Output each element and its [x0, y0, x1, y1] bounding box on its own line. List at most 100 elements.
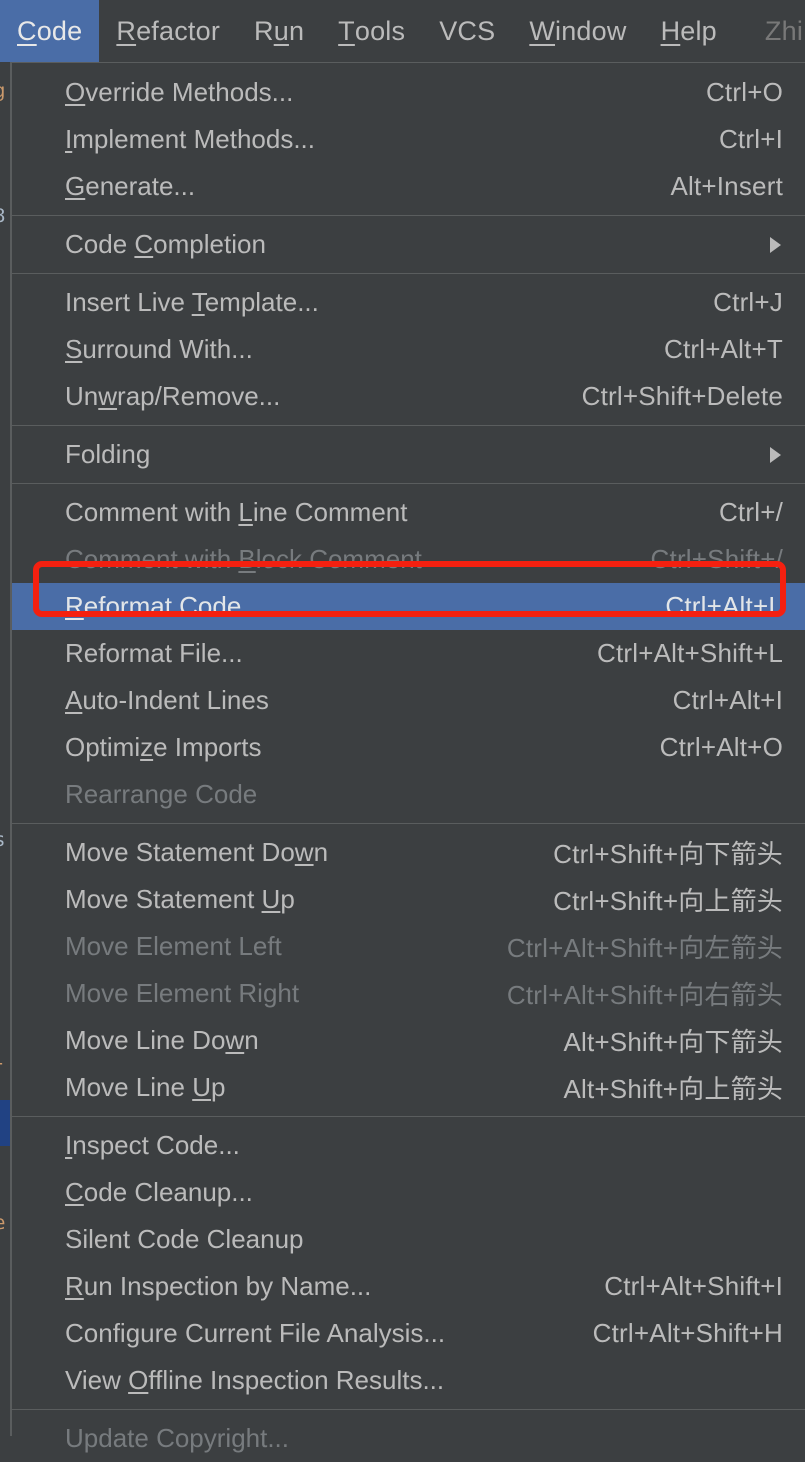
menu-item-shortcut: Ctrl+O: [705, 77, 783, 107]
menu-item-label: Move Line Down: [65, 1025, 259, 1055]
menu-item-generate[interactable]: Generate... Alt+Insert: [12, 163, 805, 210]
mnemonic-letter: U: [192, 1072, 211, 1102]
menu-item-shortcut: Ctrl+Alt+Shift+向右箭头: [506, 980, 783, 1010]
menu-item-move-element-right: Move Element Right Ctrl+Alt+Shift+向右箭头: [12, 970, 805, 1017]
menu-item-label: Folding: [65, 439, 151, 469]
editor-selection-block: [0, 1100, 10, 1146]
menu-item-inspect-code[interactable]: Inspect Code...: [12, 1122, 805, 1169]
menu-item-label: Code Completion: [65, 229, 266, 259]
menubar-item-window[interactable]: Window: [512, 0, 643, 62]
menu-item-label: Move Element Left: [65, 931, 282, 961]
submenu-arrow-icon: [770, 236, 781, 253]
menu-item-label: Override Methods...: [65, 77, 294, 107]
mnemonic-letter: w: [98, 381, 118, 411]
menu-item-move-statement-up[interactable]: Move Statement Up Ctrl+Shift+向上箭头: [12, 876, 805, 923]
menu-separator: [12, 1409, 805, 1410]
menubar-item-help[interactable]: Help: [644, 0, 734, 62]
menu-item-label: Insert Live Template...: [65, 287, 319, 317]
menu-item-shortcut: Ctrl+Alt+Shift+L: [596, 638, 783, 668]
mnemonic-letter: L: [238, 497, 253, 527]
menubar-item-code[interactable]: Code: [0, 0, 100, 62]
editor-sliver: g 8 s - e: [0, 62, 11, 1436]
code-menu-dropdown[interactable]: Override Methods... Ctrl+O Implement Metho…: [11, 62, 805, 1453]
menu-item-insert-live-template[interactable]: Insert Live Template... Ctrl+J: [12, 279, 805, 326]
menu-item-override-methods[interactable]: Override Methods... Ctrl+O: [12, 69, 805, 116]
menu-item-shortcut: Ctrl+Shift+向下箭头: [553, 839, 783, 869]
mnemonic-letter: W: [529, 15, 556, 46]
mnemonic-letter: T: [338, 15, 355, 46]
menu-item-shortcut: Ctrl+I: [718, 124, 783, 154]
mnemonic-letter: C: [65, 1177, 84, 1207]
menu-item-code-completion[interactable]: Code Completion: [12, 221, 805, 268]
menu-item-label: Silent Code Cleanup: [65, 1224, 304, 1254]
menubar-item-tools[interactable]: Tools: [321, 0, 422, 62]
menu-item-shortcut: Ctrl+Shift+向上箭头: [553, 886, 783, 916]
mnemonic-letter: O: [128, 1365, 149, 1395]
mnemonic-letter: I: [65, 124, 73, 154]
menu-separator: [12, 273, 805, 274]
editor-glyph: 8: [0, 205, 5, 227]
menu-item-label: Implement Methods...: [65, 124, 316, 154]
menu-item-label: Optimize Imports: [65, 732, 262, 762]
menu-item-reformat-code[interactable]: Reformat Code Ctrl+Alt+L: [12, 583, 805, 630]
mnemonic-letter: C: [134, 229, 154, 259]
menu-item-shortcut: Ctrl+Shift+Delete: [581, 381, 783, 411]
menu-item-label: Move Line Up: [65, 1072, 226, 1102]
menu-item-folding[interactable]: Folding: [12, 431, 805, 478]
menu-item-shortcut: Ctrl+Shift+/: [650, 544, 783, 574]
mnemonic-letter: w: [294, 837, 314, 867]
menu-item-shortcut: Ctrl+Alt+O: [659, 732, 783, 762]
main-menu-bar[interactable]: Code Refactor Ru n Tools VCS Window Help Zhi: [0, 0, 805, 62]
mnemonic-letter: w: [225, 1025, 245, 1055]
menu-item-implement-methods[interactable]: Implement Methods... Ctrl+I: [12, 116, 805, 163]
menu-item-silent-code-cleanup[interactable]: Silent Code Cleanup: [12, 1216, 805, 1263]
menu-item-run-inspection-by-name[interactable]: Run Inspection by Name... Ctrl+Alt+Shift+…: [12, 1263, 805, 1310]
editor-glyph: e: [0, 1212, 5, 1234]
window-title-fragment: Zhi: [764, 15, 804, 46]
menu-item-label: Move Statement Down: [65, 837, 329, 867]
menu-item-label: Configure Current File Analysis...: [65, 1318, 446, 1348]
menu-item-auto-indent-lines[interactable]: Auto-Indent Lines Ctrl+Alt+I: [12, 677, 805, 724]
menu-item-label: Move Element Right: [65, 978, 300, 1008]
menu-separator: [12, 483, 805, 484]
mnemonic-letter: O: [65, 77, 86, 107]
mnemonic-letter: S: [65, 334, 83, 364]
editor-glyph: g: [0, 80, 5, 102]
menubar-item-vcs[interactable]: VCS: [422, 0, 512, 62]
menu-item-code-cleanup[interactable]: Code Cleanup...: [12, 1169, 805, 1216]
menu-item-label: Rearrange Code: [65, 779, 258, 809]
menu-item-move-line-down[interactable]: Move Line Down Alt+Shift+向下箭头: [12, 1017, 805, 1064]
menu-item-label: Update Copyright...: [65, 1423, 290, 1453]
menu-item-move-line-up[interactable]: Move Line Up Alt+Shift+向上箭头: [12, 1064, 805, 1111]
mnemonic-letter: z: [140, 732, 154, 762]
menu-item-label: Move Statement Up: [65, 884, 295, 914]
menu-item-optimize-imports[interactable]: Optimize Imports Ctrl+Alt+O: [12, 724, 805, 771]
menu-item-move-element-left: Move Element Left Ctrl+Alt+Shift+向左箭头: [12, 923, 805, 970]
mnemonic-letter: B: [238, 544, 256, 574]
editor-glyph: -: [0, 1052, 5, 1074]
menu-separator: [12, 1116, 805, 1117]
submenu-arrow-icon: [770, 446, 781, 463]
menu-item-shortcut: Alt+Shift+向下箭头: [563, 1027, 783, 1057]
menu-item-surround-with[interactable]: Surround With... Ctrl+Alt+T: [12, 326, 805, 373]
menubar-item-refactor[interactable]: Refactor: [99, 0, 237, 62]
menu-separator: [12, 425, 805, 426]
menu-item-label: Auto-Indent Lines: [65, 685, 269, 715]
mnemonic-letter: T: [191, 287, 205, 317]
menu-item-comment-with-line-comment[interactable]: Comment with Line Comment Ctrl+/: [12, 489, 805, 536]
menu-item-label: Surround With...: [65, 334, 253, 364]
mnemonic-letter: u: [273, 15, 289, 46]
mnemonic-letter: I: [65, 1130, 73, 1160]
menu-item-shortcut: Ctrl+Alt+Shift+H: [592, 1318, 783, 1348]
mnemonic-letter: R: [116, 15, 137, 46]
menu-item-label: Run Inspection by Name...: [65, 1271, 372, 1301]
menu-item-label: Unwrap/Remove...: [65, 381, 281, 411]
menu-item-unwrap-remove[interactable]: Unwrap/Remove... Ctrl+Shift+Delete: [12, 373, 805, 420]
menu-item-label: Comment with Line Comment: [65, 497, 408, 527]
menu-item-move-statement-down[interactable]: Move Statement Down Ctrl+Shift+向下箭头: [12, 829, 805, 876]
menubar-item-run[interactable]: Run: [237, 0, 321, 62]
menu-item-reformat-file[interactable]: Reformat File... Ctrl+Alt+Shift+L: [12, 630, 805, 677]
menu-item-shortcut: Ctrl+Alt+T: [663, 334, 783, 364]
menu-item-view-offline-inspection-results[interactable]: View Offline Inspection Results...: [12, 1357, 805, 1404]
menu-item-configure-current-file-analysis[interactable]: Configure Current File Analysis... Ctrl+A…: [12, 1310, 805, 1357]
